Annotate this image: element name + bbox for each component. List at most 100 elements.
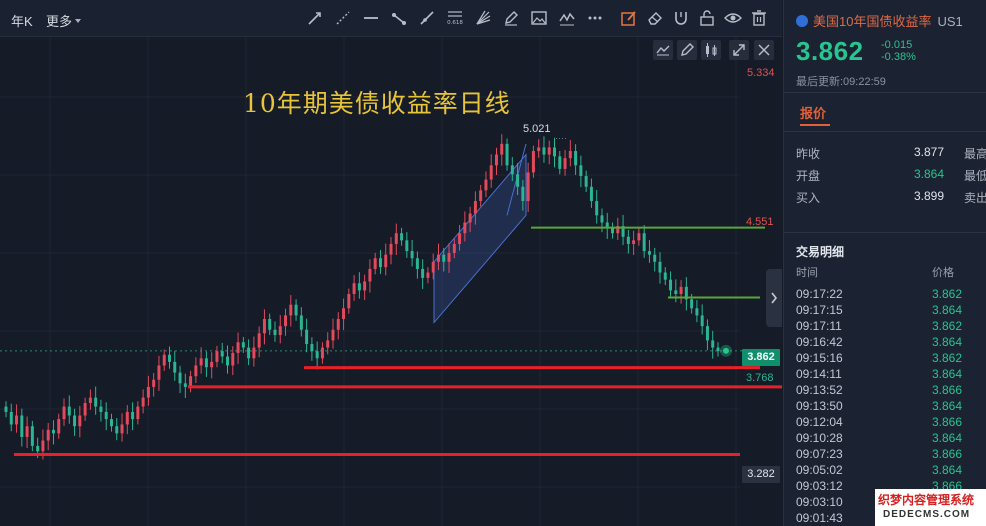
- trade-price: 3.864: [932, 367, 963, 381]
- candle-body: [104, 411, 108, 420]
- trade-price: 3.866: [932, 383, 963, 397]
- trade-time: 09:17:11: [796, 319, 842, 333]
- candle-body: [484, 179, 488, 191]
- eye-icon[interactable]: [724, 9, 742, 27]
- candle-body: [695, 308, 699, 316]
- segment-icon[interactable]: [390, 9, 408, 27]
- candlestick-chart[interactable]: 10年期美债收益率日线 5.334 5.021 4.551 3.862 3.76…: [0, 37, 782, 526]
- candle-body: [210, 361, 214, 368]
- ray-tool-icon[interactable]: [334, 9, 352, 27]
- current-price-tag: 3.862: [742, 349, 780, 366]
- trade-time: 09:16:42: [796, 335, 843, 349]
- candle-body: [394, 233, 398, 244]
- price-change: -0.015 -0.38%: [881, 39, 916, 63]
- trash-icon[interactable]: [750, 9, 768, 27]
- expand-icon[interactable]: [729, 40, 749, 60]
- candle-body: [88, 397, 92, 403]
- panel-toggle-icon[interactable]: [766, 269, 782, 327]
- horizontal-line-icon[interactable]: [362, 9, 380, 27]
- candle-body: [600, 215, 604, 223]
- trade-price: 3.864: [932, 335, 963, 349]
- support-price-label: 3.768: [746, 372, 774, 384]
- candle-body: [278, 326, 282, 336]
- more-menu[interactable]: 更多: [46, 11, 82, 30]
- candle-body: [563, 158, 567, 169]
- trade-time: 09:17:22: [796, 287, 843, 301]
- tab-quote[interactable]: 报价: [800, 103, 826, 122]
- candle-body: [268, 319, 272, 330]
- candle-body: [468, 213, 472, 223]
- low-price-tag: 3.282: [742, 466, 780, 483]
- candle-body: [426, 272, 430, 278]
- trade-time: 09:13:52: [796, 383, 843, 397]
- fan-icon[interactable]: [474, 9, 492, 27]
- indicator-icon[interactable]: [653, 40, 673, 60]
- lock-icon[interactable]: [698, 9, 716, 27]
- candle-body: [363, 281, 367, 291]
- pen-icon[interactable]: [502, 9, 520, 27]
- trade-row: 09:05:02 3.864: [796, 463, 976, 479]
- wave-icon[interactable]: [558, 9, 576, 27]
- candle-body: [505, 143, 509, 166]
- candle-body: [479, 190, 483, 202]
- candle-body: [473, 201, 477, 214]
- trade-price: 3.866: [932, 447, 963, 461]
- candle-body: [94, 397, 98, 407]
- update-time: 最后更新:09:22:59: [796, 76, 886, 88]
- change-value: -0.015: [881, 39, 913, 51]
- peak-label: 5.021: [523, 123, 551, 135]
- candle-body: [25, 426, 29, 437]
- candle-body: [626, 236, 630, 244]
- trade-price: 3.862: [932, 319, 963, 333]
- candle-body: [57, 419, 61, 434]
- candle-body: [568, 151, 572, 159]
- magnet-icon[interactable]: [672, 9, 690, 27]
- trade-time: 09:17:15: [796, 303, 843, 317]
- line-tool-icon[interactable]: [306, 9, 324, 27]
- period-selector[interactable]: 年K: [11, 11, 33, 30]
- candle-body: [30, 426, 34, 446]
- trade-row: 09:15:16 3.862: [796, 351, 976, 367]
- quote-value: 3.864: [913, 167, 944, 181]
- instrument-header[interactable]: 美国10年国债收益率 US1: [796, 11, 963, 30]
- candle-body: [436, 254, 440, 262]
- candle-body: [36, 445, 40, 452]
- candle-body: [4, 406, 8, 412]
- draw-pen-icon[interactable]: [677, 40, 697, 60]
- candle-body: [78, 415, 82, 427]
- candle-body: [109, 419, 113, 427]
- trade-row: 09:16:42 3.864: [796, 335, 976, 351]
- tab-active-indicator: [800, 124, 830, 126]
- candle-body: [273, 329, 277, 336]
- edit-icon[interactable]: [620, 9, 638, 27]
- more-dots-icon[interactable]: [586, 9, 604, 27]
- candle-body: [15, 415, 19, 425]
- candle-body: [410, 251, 414, 259]
- candle-body: [389, 243, 393, 255]
- last-price-dot: [723, 347, 729, 354]
- candle-body: [442, 254, 446, 262]
- candle-body: [241, 342, 245, 348]
- quote-label: 昨收: [796, 147, 821, 161]
- extended-line-icon[interactable]: [418, 9, 436, 27]
- candle-body: [526, 172, 530, 202]
- candle-body: [51, 429, 55, 434]
- candle-body: [125, 411, 129, 425]
- candle-body: [141, 397, 145, 407]
- fibonacci-icon[interactable]: 0.618: [446, 9, 464, 27]
- candle-body: [373, 258, 377, 269]
- image-icon[interactable]: [530, 9, 548, 27]
- candle-body: [20, 415, 24, 437]
- eraser-icon[interactable]: [646, 9, 664, 27]
- candle-body: [452, 243, 456, 253]
- candle-body: [226, 356, 230, 366]
- candle-body: [199, 358, 203, 366]
- candle-body: [531, 151, 535, 173]
- candle-body: [9, 411, 13, 425]
- candle-body: [294, 304, 298, 316]
- trade-time: 09:14:11: [796, 367, 842, 381]
- close-icon[interactable]: [754, 40, 774, 60]
- candle-body: [136, 406, 140, 420]
- candle-type-icon[interactable]: [701, 40, 721, 60]
- trade-row: 09:12:04 3.866: [796, 415, 976, 431]
